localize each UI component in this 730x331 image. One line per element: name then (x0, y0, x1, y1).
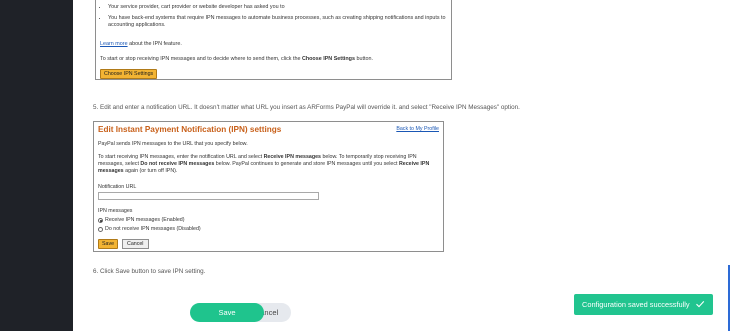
bullet-item: Your service provider, cart provider or … (108, 4, 448, 11)
radio-disabled-row[interactable]: Do not receive IPN messages (Disabled) (98, 226, 201, 232)
instr-part: To start receiving IPN messages, enter t… (98, 154, 264, 160)
paypal-save-button[interactable]: Save (98, 239, 119, 249)
back-to-profile-link[interactable]: Back to My Profile (396, 126, 439, 132)
instr-bold: Do not receive IPN messages (140, 161, 215, 167)
ipn-messages-label: IPN messages (98, 208, 133, 214)
radio-disabled-label: Do not receive IPN messages (Disabled) (105, 226, 201, 232)
instr-part: below. PayPal continues to generate and … (214, 161, 399, 167)
notification-url-input[interactable] (98, 192, 319, 200)
ipn-info-screenshot: Your service provider, cart provider or … (95, 0, 452, 80)
step-5-text: 5. Edit and enter a notification URL. It… (93, 104, 520, 111)
ipn-description: PayPal sends IPN messages to the URL tha… (98, 141, 248, 147)
toast-message: Configuration saved successfully (582, 300, 690, 309)
start-instructions: To start or stop receiving IPN messages … (100, 56, 373, 62)
choose-ipn-settings-button[interactable]: Choose IPN Settings (100, 69, 158, 79)
learn-more-line: Learn more about the IPN feature. (100, 41, 182, 47)
radio-enabled[interactable] (98, 217, 103, 223)
check-icon (695, 299, 705, 311)
learn-more-text: about the IPN feature. (127, 41, 182, 47)
bullet-item: You have back-end systems that require I… (108, 15, 448, 29)
start-text: To start or stop receiving IPN messages … (100, 56, 302, 62)
step-6-text: 6. Click Save button to save IPN setting… (93, 268, 206, 275)
pane-title: Edit Instant Payment Notification (IPN) … (98, 125, 282, 134)
learn-more-link[interactable]: Learn more (100, 41, 128, 47)
instr-bold: Receive IPN messages (263, 154, 321, 160)
instr-part: again (or turn off IPN). (123, 168, 178, 174)
edit-ipn-settings-screenshot: Edit Instant Payment Notification (IPN) … (93, 121, 444, 252)
success-toast: Configuration saved successfully (574, 294, 713, 315)
radio-enabled-row[interactable]: Receive IPN messages (Enabled) (98, 217, 185, 223)
radio-enabled-label: Receive IPN messages (Enabled) (105, 217, 185, 223)
start-text-end: button. (354, 56, 373, 62)
notification-url-label: Notification URL (98, 184, 137, 190)
ipn-instructions: To start receiving IPN messages, enter t… (98, 154, 439, 175)
radio-disabled[interactable] (98, 226, 103, 232)
start-text-bold: Choose IPN Settings (301, 56, 355, 62)
left-sidebar (0, 0, 73, 331)
paypal-cancel-button[interactable]: Cancel (122, 239, 149, 249)
save-button[interactable]: Save (190, 303, 264, 322)
